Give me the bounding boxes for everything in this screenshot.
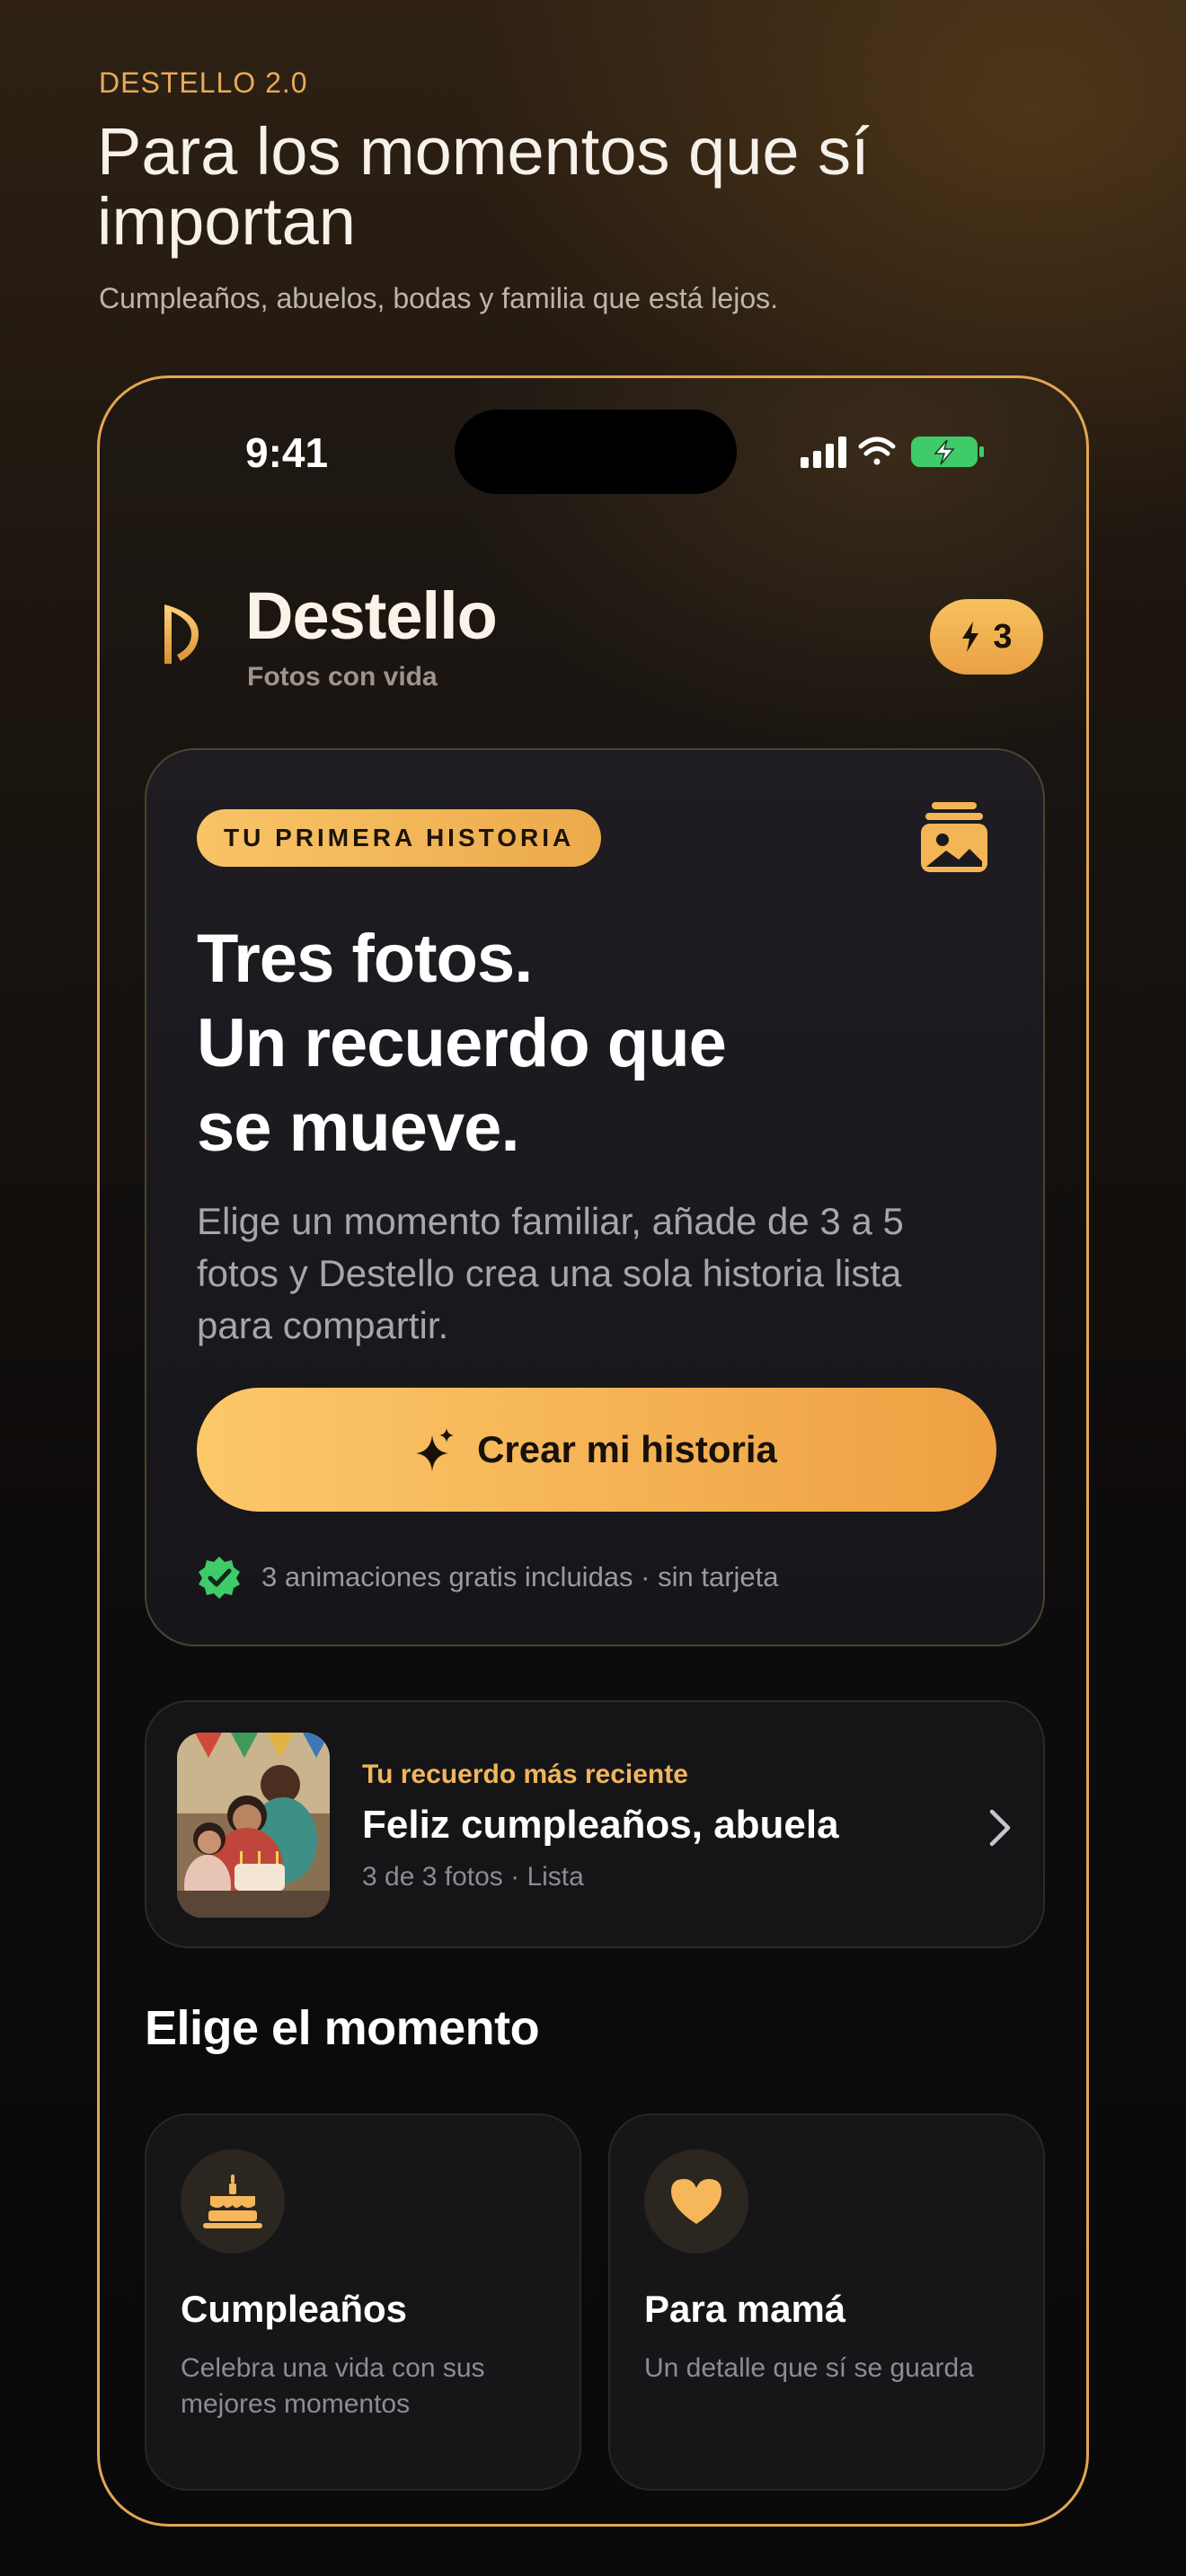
first-story-card: TU PRIMERA HISTORIA Tres fotos. Un recue…: [145, 748, 1045, 1646]
recent-memory-meta: 3 de 3 fotos · Lista: [362, 1862, 584, 1892]
hero-title-line: Tres fotos.: [197, 921, 533, 997]
destello-logo-icon: [164, 604, 199, 664]
dynamic-island: [455, 410, 737, 494]
status-icons: [801, 437, 984, 468]
lightning-icon: [962, 622, 979, 652]
recent-memory-thumbnail: [177, 1733, 330, 1918]
moment-description: Un detalle que sí se guarda: [644, 2353, 974, 2383]
cellular-signal-icon: [801, 437, 846, 468]
recent-memory-card[interactable]: Tu recuerdo más reciente Feliz cumpleaño…: [145, 1700, 1045, 1948]
free-animations-note: 3 animaciones gratis incluidas · sin tar…: [197, 1555, 779, 1600]
tile-icon-circle: [644, 2149, 748, 2254]
moment-title: Cumpleaños: [181, 2288, 408, 2330]
tile-icon-circle: [181, 2149, 285, 2254]
page: DESTELLO 2.0 Para los momentos que sí im…: [0, 0, 1186, 2576]
photo-stack-icon: [921, 802, 987, 872]
hero-title-line: Un recuerdo que: [197, 1005, 727, 1081]
moment-title: Para mamá: [644, 2288, 846, 2330]
hero-title: Tres fotos. Un recuerdo que se mueve.: [197, 917, 1005, 1170]
credits-count: 3: [993, 617, 1013, 656]
marketing-eyebrow: DESTELLO 2.0: [99, 66, 308, 99]
hero-title-line: se mueve.: [197, 1090, 520, 1166]
free-animations-text: 3 animaciones gratis incluidas · sin tar…: [261, 1561, 779, 1592]
credits-button[interactable]: 3: [930, 599, 1043, 675]
recent-memory-title: Feliz cumpleaños, abuela: [362, 1803, 839, 1847]
sparkles-icon: [416, 1428, 455, 1471]
moment-tile-cumpleanos[interactable]: Cumpleaños Celebra una vida con sus mejo…: [145, 2113, 581, 2491]
wifi-icon: [858, 437, 896, 465]
moments-section-title: Elige el momento: [145, 2001, 540, 2055]
chevron-right-icon: [989, 1809, 1011, 1847]
first-story-badge: TU PRIMERA HISTORIA: [197, 809, 602, 867]
recent-memory-eyebrow: Tu recuerdo más reciente: [362, 1760, 688, 1789]
verified-check-icon: [199, 1557, 240, 1599]
battery-charging-icon: [911, 437, 984, 467]
marketing-subline: Cumpleaños, abuelos, bodas y familia que…: [99, 282, 778, 314]
hero-description: Elige un momento familiar, añade de 3 a …: [197, 1200, 904, 1346]
moment-description: Celebra una vida con sus mejores momento…: [181, 2353, 485, 2419]
phone-frame: 9:41 Destello Fotos con vida 3 TU PRIMER…: [97, 375, 1089, 2527]
heart-icon: [671, 2179, 721, 2224]
app-title: Destello: [245, 578, 498, 653]
birthday-cake-icon: [203, 2175, 262, 2228]
moment-tile-para-mama[interactable]: Para mamá Un detalle que sí se guarda: [608, 2113, 1045, 2491]
status-time: 9:41: [245, 429, 329, 476]
create-story-button[interactable]: Crear mi historia: [197, 1388, 996, 1512]
app-subtitle: Fotos con vida: [247, 662, 438, 692]
marketing-headline: Para los momentos que sí importan: [97, 114, 870, 259]
create-story-label: Crear mi historia: [477, 1428, 777, 1470]
